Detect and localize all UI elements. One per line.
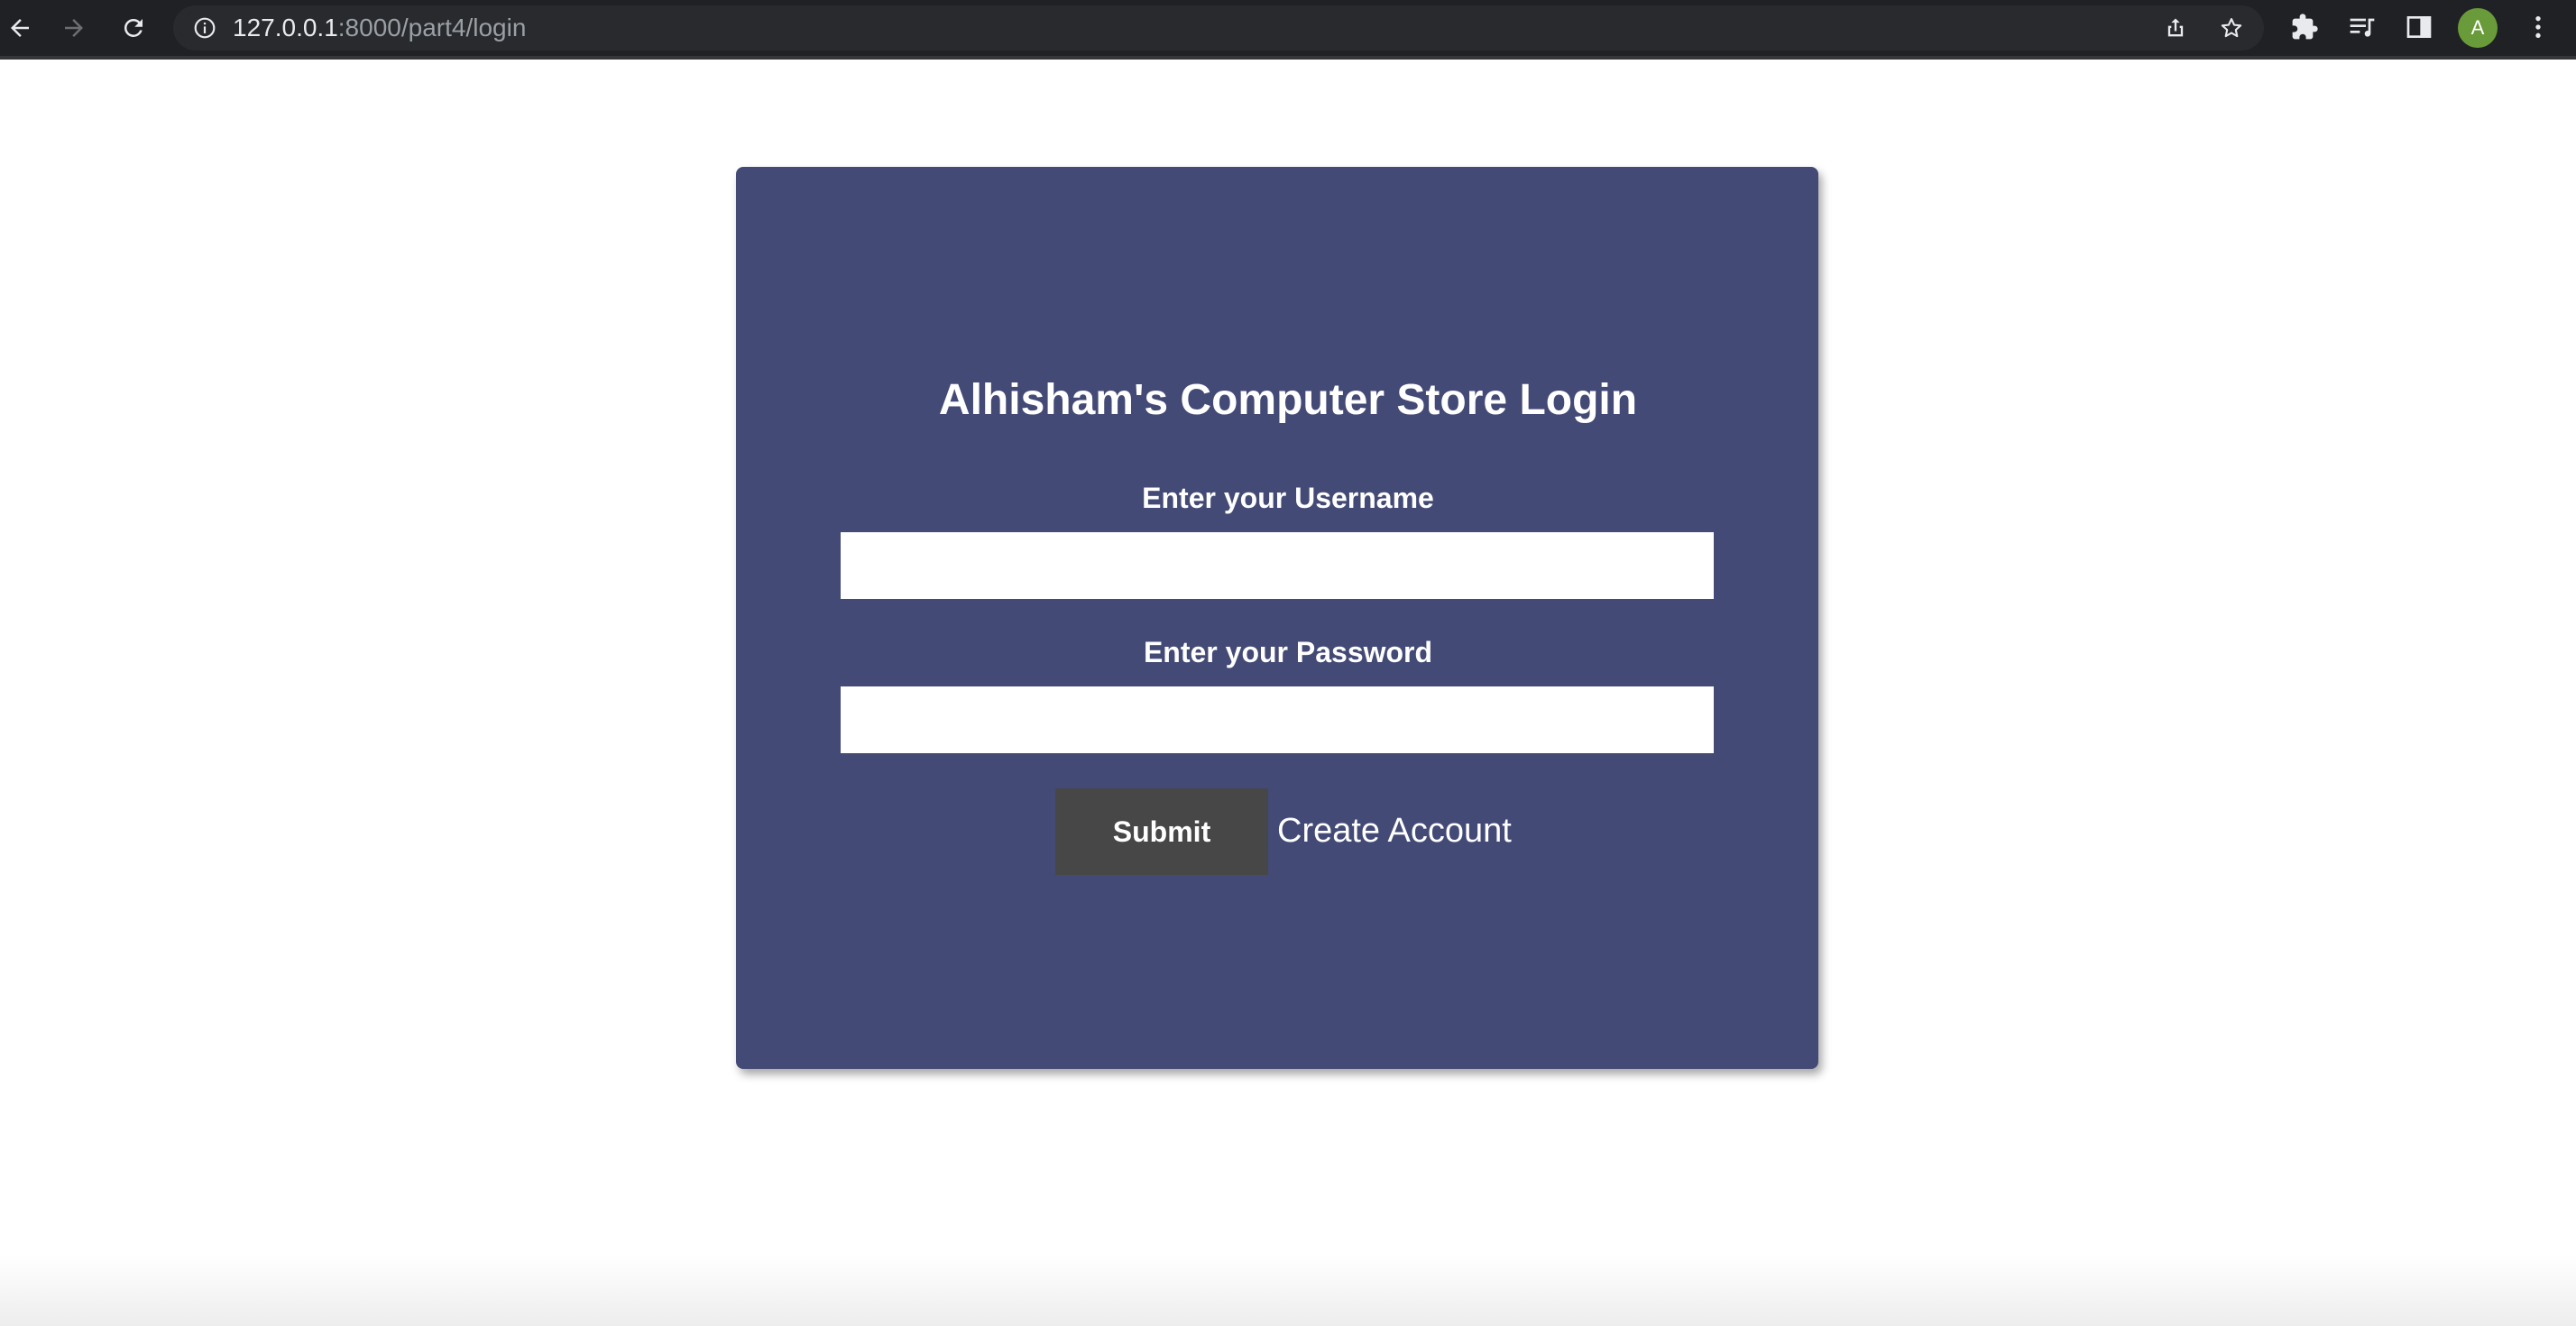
kebab-menu-icon (2535, 16, 2541, 38)
share-icon[interactable] (2163, 15, 2188, 41)
toolbar-divider (0, 56, 2576, 60)
playlist-icon (2350, 18, 2375, 37)
reload-button[interactable] (114, 8, 153, 48)
extensions-button[interactable] (2289, 12, 2320, 42)
login-card (736, 167, 1818, 1069)
reload-icon (124, 18, 143, 37)
page-title: Alhisham's Computer Store Login (938, 376, 1638, 424)
forward-button[interactable] (54, 8, 94, 48)
back-button[interactable] (0, 8, 40, 48)
side-panel-button[interactable] (2404, 12, 2434, 42)
profile-avatar[interactable]: A (2458, 8, 2498, 48)
bottom-shadow (0, 1254, 2576, 1326)
username-field[interactable] (841, 532, 1714, 599)
star-icon[interactable] (2219, 15, 2244, 41)
password-label: Enter your Password (1143, 636, 1433, 668)
create-account-link[interactable]: Create Account (1277, 810, 1512, 852)
url-path: :8000/part4/login (337, 14, 527, 41)
address-bar[interactable]: 127.0.0.1:8000/part4/login (173, 5, 2264, 51)
browser-toolbar: 127.0.0.1:8000/part4/login A (0, 0, 2576, 56)
side-panel-icon (2406, 16, 2432, 38)
media-controls-button[interactable] (2347, 12, 2378, 42)
info-icon[interactable] (193, 16, 216, 40)
password-field[interactable] (841, 686, 1714, 753)
puzzle-icon (2292, 14, 2318, 40)
browser-menu-button[interactable] (2523, 12, 2553, 42)
arrow-left-icon (11, 19, 29, 37)
url-text[interactable]: 127.0.0.1:8000/part4/login (233, 15, 526, 41)
arrow-right-icon (65, 19, 83, 37)
url-host: 127.0.0.1 (233, 14, 338, 41)
submit-button[interactable]: Submit (1055, 788, 1268, 875)
username-label: Enter your Username (1142, 482, 1434, 514)
